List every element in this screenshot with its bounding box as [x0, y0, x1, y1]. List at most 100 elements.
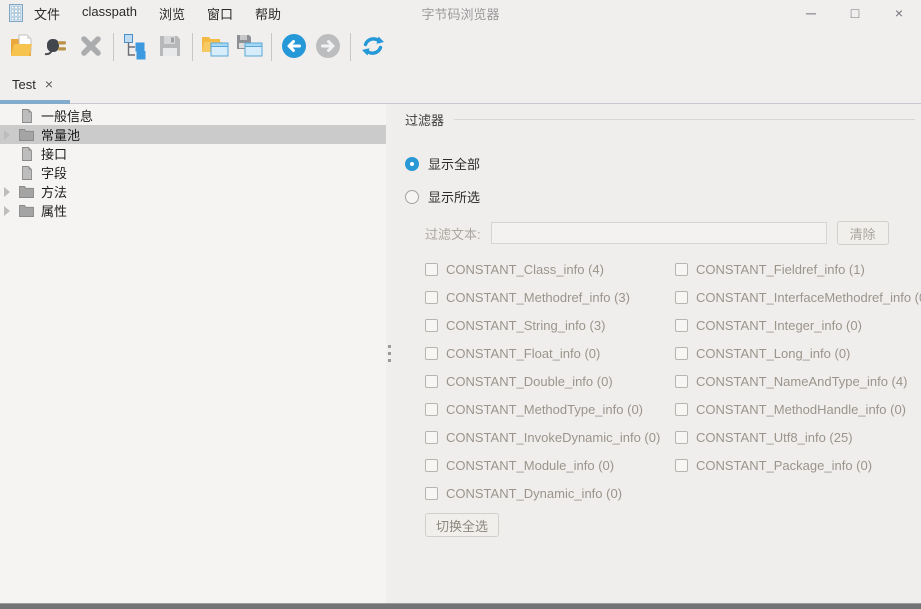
close-button[interactable]: × [885, 1, 913, 25]
refresh-icon [359, 32, 387, 63]
filter-text-input[interactable] [491, 222, 827, 244]
checkbox-icon[interactable] [675, 319, 688, 332]
checkbox-icon[interactable] [425, 375, 438, 388]
plug-icon [43, 32, 71, 63]
tree-item-label: 方法 [41, 182, 67, 201]
constant-type-checkbox[interactable]: CONSTANT_Fieldref_info (1) [675, 262, 921, 276]
main-content: 一般信息 常量池 [0, 104, 921, 603]
radio-selected-icon[interactable] [405, 157, 419, 171]
constant-type-checkbox[interactable]: CONSTANT_Double_info (0) [425, 374, 675, 388]
constant-type-checkbox[interactable]: CONSTANT_Dynamic_info (0) [425, 486, 675, 500]
checkbox-icon[interactable] [675, 431, 688, 444]
window-controls: ─ □ × [797, 1, 921, 25]
constant-type-checkbox[interactable]: CONSTANT_NameAndType_info (4) [675, 374, 921, 388]
radio-unselected-icon[interactable] [405, 190, 419, 204]
menubar: 文件 classpath 浏览 窗口 帮助 [34, 4, 281, 23]
checkbox-icon[interactable] [675, 347, 688, 360]
constant-type-checkbox[interactable]: CONSTANT_Utf8_info (25) [675, 430, 921, 444]
tree-item[interactable]: 字段 [0, 163, 386, 182]
expand-arrow-icon[interactable] [0, 206, 14, 216]
checkbox-icon[interactable] [425, 487, 438, 500]
menu-item[interactable]: 浏览 [159, 4, 185, 23]
checkbox-icon[interactable] [675, 291, 688, 304]
checkbox-icon[interactable] [675, 459, 688, 472]
filter-group-title: 过滤器 [405, 110, 444, 129]
constant-type-checkbox[interactable]: CONSTANT_MethodType_info (0) [425, 402, 675, 416]
expand-arrow-icon[interactable] [0, 149, 14, 159]
constant-type-checkbox[interactable]: CONSTANT_Package_info (0) [675, 458, 921, 472]
open-class-window-button[interactable] [199, 31, 231, 63]
tree-item-label: 接口 [41, 144, 67, 163]
checkbox-label: CONSTANT_MethodType_info (0) [446, 402, 643, 417]
reload-button[interactable] [357, 31, 389, 63]
checkbox-label: CONSTANT_Dynamic_info (0) [446, 486, 622, 501]
checkbox-icon[interactable] [425, 347, 438, 360]
tree-item[interactable]: 接口 [0, 144, 386, 163]
checkbox-icon[interactable] [675, 263, 688, 276]
tree-item[interactable]: 属性 [0, 201, 386, 220]
app-icon [8, 4, 24, 22]
save-button[interactable] [154, 31, 186, 63]
maximize-button[interactable]: □ [841, 1, 869, 25]
tree-item[interactable]: 常量池 [0, 125, 386, 144]
constant-type-checkbox[interactable]: CONSTANT_Long_info (0) [675, 346, 921, 360]
constant-type-checkbox[interactable]: CONSTANT_Float_info (0) [425, 346, 675, 360]
tree-panel: 一般信息 常量池 [0, 104, 386, 603]
toggle-all-button[interactable]: 切换全选 [425, 513, 499, 537]
tree-structure-button[interactable] [120, 31, 152, 63]
checkbox-label: CONSTANT_Package_info (0) [696, 458, 872, 473]
constant-type-checkbox[interactable]: CONSTANT_Methodref_info (3) [425, 290, 675, 304]
radio-show-selected[interactable]: 显示所选 [405, 187, 921, 206]
checkbox-icon[interactable] [425, 291, 438, 304]
constant-type-checkbox[interactable]: CONSTANT_InterfaceMethodref_info (0) [675, 290, 921, 304]
checkbox-icon[interactable] [425, 431, 438, 444]
tree-item[interactable]: 一般信息 [0, 106, 386, 125]
constant-type-checkbox[interactable]: CONSTANT_Module_info (0) [425, 458, 675, 472]
expand-arrow-icon[interactable] [0, 168, 14, 178]
checkbox-label: CONSTANT_Double_info (0) [446, 374, 613, 389]
filter-text-row: 过滤文本: 清除 [425, 221, 921, 245]
tab-test[interactable]: Test × [0, 68, 70, 100]
tree-item[interactable]: 方法 [0, 182, 386, 201]
expand-arrow-icon[interactable] [0, 187, 14, 197]
menu-item[interactable]: 文件 [34, 4, 60, 23]
splitter-handle-icon [388, 352, 391, 355]
checkbox-icon[interactable] [425, 459, 438, 472]
menu-item[interactable]: 窗口 [207, 4, 233, 23]
tree-node-icon [14, 147, 38, 161]
expand-arrow-icon[interactable] [0, 130, 14, 140]
tree-item-label: 一般信息 [41, 106, 93, 125]
tab-close-icon[interactable]: × [45, 76, 53, 92]
back-button[interactable] [278, 31, 310, 63]
radio-show-all[interactable]: 显示全部 [405, 154, 921, 173]
close-file-button[interactable] [75, 31, 107, 63]
forward-button[interactable] [312, 31, 344, 63]
expand-arrow-icon[interactable] [0, 111, 14, 121]
tab-bar: Test × [0, 68, 921, 104]
app-window: 文件 classpath 浏览 窗口 帮助 字节码浏览器 ─ □ × [0, 0, 921, 609]
checkbox-icon[interactable] [425, 263, 438, 276]
filter-group-header: 过滤器 [405, 110, 915, 129]
clear-button[interactable]: 清除 [837, 221, 889, 245]
checkbox-icon[interactable] [425, 319, 438, 332]
filter-text-label: 过滤文本: [425, 224, 481, 243]
checkbox-icon[interactable] [425, 403, 438, 416]
tree-node-icon [14, 166, 38, 180]
active-tab-indicator [0, 100, 70, 104]
constant-type-checkbox[interactable]: CONSTANT_Class_info (4) [425, 262, 675, 276]
window-bottom-edge [0, 603, 921, 609]
checkbox-icon[interactable] [675, 375, 688, 388]
splitter-handle-icon [388, 359, 391, 362]
open-file-button[interactable] [7, 31, 39, 63]
constant-type-checkbox[interactable]: CONSTANT_Integer_info (0) [675, 318, 921, 332]
save-window-button[interactable] [233, 31, 265, 63]
menu-item[interactable]: 帮助 [255, 4, 281, 23]
menu-item[interactable]: classpath [82, 4, 137, 23]
constant-type-checkbox-grid: CONSTANT_Class_info (4) CONSTANT_Fieldre… [425, 262, 921, 500]
constant-type-checkbox[interactable]: CONSTANT_MethodHandle_info (0) [675, 402, 921, 416]
constant-type-checkbox[interactable]: CONSTANT_InvokeDynamic_info (0) [425, 430, 675, 444]
checkbox-icon[interactable] [675, 403, 688, 416]
plug-button[interactable] [41, 31, 73, 63]
minimize-button[interactable]: ─ [797, 1, 825, 25]
constant-type-checkbox[interactable]: CONSTANT_String_info (3) [425, 318, 675, 332]
